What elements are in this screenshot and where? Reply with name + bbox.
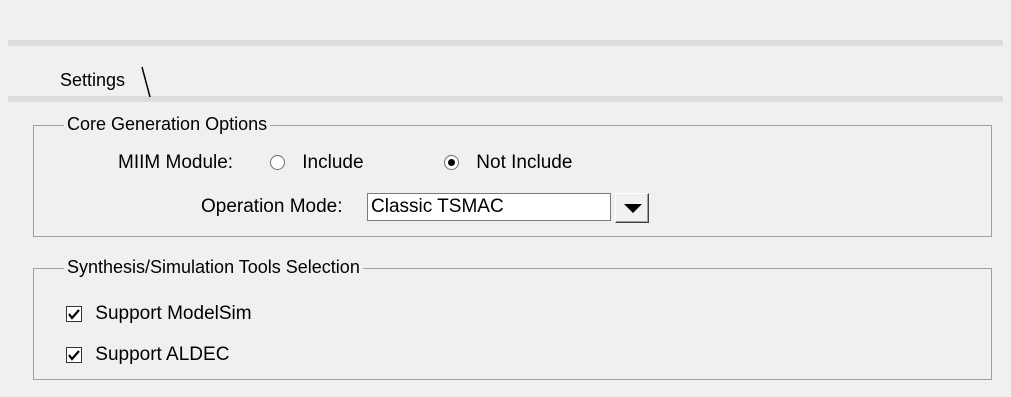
radio-include-label: Include	[302, 152, 364, 173]
miim-module-label: MIIM Module:	[118, 152, 234, 173]
dialog-top-area	[0, 0, 1011, 40]
radio-not-include[interactable]	[444, 155, 459, 171]
core-generation-legend: Core Generation Options	[64, 114, 271, 135]
miim-option-not-include[interactable]: Not Include	[444, 152, 572, 174]
tab-settings-label: Settings	[60, 70, 126, 90]
radio-not-include-label: Not Include	[476, 152, 573, 173]
checkmark-icon	[68, 309, 80, 320]
tab-bar: Settings	[8, 40, 1003, 102]
support-modelsim-checkbox[interactable]	[66, 305, 82, 322]
miim-option-include[interactable]: Include	[270, 152, 364, 174]
synthesis-tools-legend: Synthesis/Simulation Tools Selection	[64, 257, 363, 278]
support-aldec-label: Support ALDEC	[95, 344, 230, 365]
operation-mode-select[interactable]: Classic TSMAC	[367, 193, 611, 221]
checkmark-icon	[68, 350, 80, 361]
radio-include[interactable]	[270, 155, 285, 171]
operation-mode-dropdown-button[interactable]	[615, 193, 649, 223]
support-modelsim-option[interactable]: Support ModelSim	[66, 303, 252, 325]
triangle-down-icon	[624, 204, 642, 213]
support-aldec-checkbox[interactable]	[66, 346, 82, 363]
radio-selected-dot	[448, 159, 455, 167]
operation-mode-label: Operation Mode:	[201, 196, 343, 217]
tab-edge-divider	[141, 66, 151, 98]
support-aldec-option[interactable]: Support ALDEC	[66, 344, 229, 366]
support-modelsim-label: Support ModelSim	[95, 303, 252, 324]
